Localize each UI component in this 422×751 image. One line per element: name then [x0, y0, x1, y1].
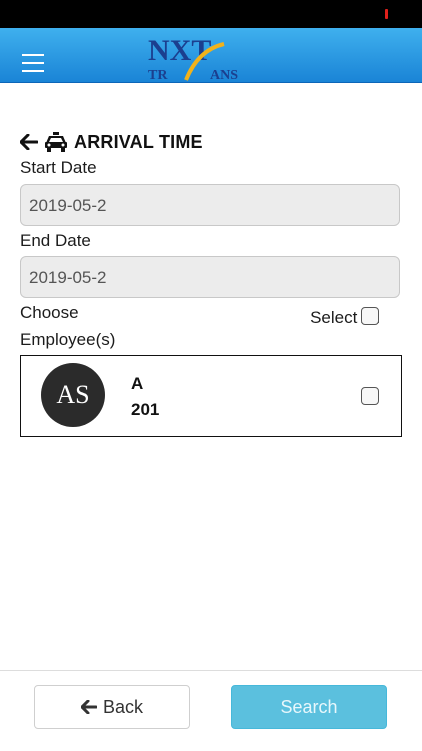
employee-id: 201: [131, 400, 160, 419]
back-button[interactable]: Back: [34, 685, 190, 729]
search-button-label: Search: [280, 696, 338, 717]
arrow-left-icon: [80, 700, 97, 714]
svg-text:ANS: ANS: [210, 68, 238, 82]
employee-checkbox[interactable]: [361, 387, 379, 405]
employee-name: A: [131, 374, 144, 393]
choose-employees-label-line1: Choose: [20, 303, 79, 322]
svg-text:TR: TR: [148, 68, 168, 82]
page-title-row: ARRIVAL TIME: [20, 131, 203, 153]
footer-bar: Back Search: [0, 670, 422, 751]
employee-card[interactable]: AS A 201: [20, 355, 402, 437]
status-bar: [0, 0, 422, 28]
arrow-left-icon[interactable]: [20, 134, 38, 150]
svg-text:NXT: NXT: [148, 34, 211, 67]
start-date-label: Start Date: [20, 158, 97, 177]
battery-icon: [385, 9, 388, 19]
avatar: AS: [41, 363, 105, 427]
app-header: NXT TR ANS: [0, 28, 422, 83]
start-date-field[interactable]: 2019-05-2: [20, 184, 400, 226]
end-date-field[interactable]: 2019-05-2: [20, 256, 400, 298]
page-title: ARRIVAL TIME: [74, 131, 203, 152]
search-button[interactable]: Search: [231, 685, 387, 729]
taxi-icon: [45, 132, 67, 152]
nxt-trans-logo: NXT TR ANS: [148, 34, 238, 82]
back-button-label: Back: [102, 696, 144, 717]
select-all-checkbox[interactable]: [361, 307, 379, 325]
hamburger-menu-icon[interactable]: [22, 54, 44, 72]
choose-employees-label-line2: Employee(s): [20, 330, 116, 349]
end-date-label: End Date: [20, 231, 91, 250]
